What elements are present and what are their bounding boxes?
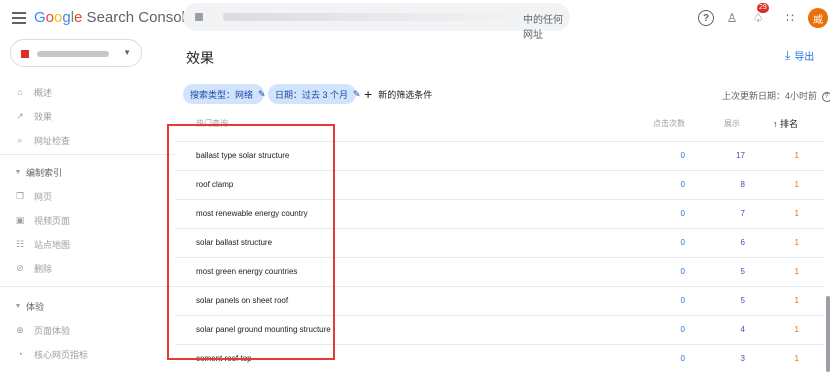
search-console-logo[interactable]: Google Search Console xyxy=(34,9,193,26)
cell-position: 1 xyxy=(794,296,799,305)
chevron-down-icon: ▼ xyxy=(123,48,131,57)
property-favicon xyxy=(21,50,29,58)
sidebar-item-label: 视频页面 xyxy=(34,215,71,226)
column-header-position[interactable]: ↑ 排名 xyxy=(773,117,798,130)
cell-impressions: 5 xyxy=(740,267,745,276)
property-selector[interactable]: ▼ xyxy=(10,39,142,67)
sidebar-item-removals[interactable]: ⊘ 删除 xyxy=(14,260,52,276)
column-header-impressions[interactable]: 展示 xyxy=(724,118,740,129)
cell-position: 1 xyxy=(794,325,799,334)
section-label: 编制索引 xyxy=(26,167,63,178)
trending-icon: ↗ xyxy=(16,110,24,121)
filter-chip-search-type[interactable]: 搜索类型：网络 ✎ xyxy=(183,84,266,104)
cell-position: 1 xyxy=(794,354,799,363)
edit-icon: ✎ xyxy=(258,88,266,99)
menu-icon[interactable] xyxy=(10,9,28,27)
edit-icon: ✎ xyxy=(353,88,361,99)
add-filter-button[interactable]: + 新的筛选条件 xyxy=(364,84,432,104)
chip-label: 日期：过去 3 个月 xyxy=(275,89,349,100)
sidebar-item-core-web-vitals[interactable]: ◔ 核心网页指标 xyxy=(14,346,88,362)
sidebar-item-label: 概述 xyxy=(34,87,53,98)
cell-impressions: 3 xyxy=(740,354,745,363)
url-inspect-search[interactable]: 中的任何网址 xyxy=(183,3,570,41)
search-icon: ⌕ xyxy=(17,134,23,145)
cell-impressions: 8 xyxy=(740,180,745,189)
avatar[interactable]: 威 xyxy=(808,8,828,28)
download-icon: ⤓ xyxy=(785,48,791,62)
page-experience-icon: ⊕ xyxy=(16,324,24,335)
cell-clicks: 0 xyxy=(680,238,685,247)
section-label: 体验 xyxy=(26,301,45,312)
home-icon: ⌂ xyxy=(17,87,23,97)
core-web-vitals-icon: ◔ xyxy=(17,349,23,359)
annotation-highlight-box xyxy=(167,124,335,360)
sidebar-item-url-inspection[interactable]: ⌕ 网址检查 xyxy=(14,132,70,148)
sidebar-item-label: 站点地图 xyxy=(34,239,71,250)
chevron-down-icon: ▼ xyxy=(14,302,22,310)
plus-icon: + xyxy=(364,86,373,102)
sitemap-icon: ☷ xyxy=(15,238,25,249)
property-redacted-name xyxy=(37,51,109,57)
cell-position: 1 xyxy=(794,238,799,247)
sidebar-item-label: 页面体验 xyxy=(34,325,71,336)
sidebar-item-page-experience[interactable]: ⊕ 页面体验 xyxy=(14,322,70,338)
last-update-text: 上次更新日期：4小时前 ? xyxy=(722,89,830,102)
search-redacted-text xyxy=(223,13,523,21)
cell-clicks: 0 xyxy=(680,180,685,189)
people-icon[interactable]: ♙ xyxy=(724,10,740,26)
sidebar-divider xyxy=(0,286,175,287)
cell-clicks: 0 xyxy=(680,151,685,160)
cell-position: 1 xyxy=(794,151,799,160)
sidebar-section-experience[interactable]: ▼ 体验 xyxy=(14,298,44,314)
sidebar-item-label: 网址检查 xyxy=(34,135,71,146)
top-app-bar: Google Search Console 中的任何网址 ? ♙ ♤ 29 ∷ … xyxy=(0,0,830,41)
cell-clicks: 0 xyxy=(680,325,685,334)
sidebar-item-video-pages[interactable]: ▣ 视频页面 xyxy=(14,212,70,228)
sidebar-item-label: 核心网页指标 xyxy=(34,349,89,360)
cell-impressions: 7 xyxy=(740,209,745,218)
search-placeholder: 中的任何网址 xyxy=(523,15,563,41)
cell-clicks: 0 xyxy=(680,209,685,218)
cell-position: 1 xyxy=(794,209,799,218)
chip-label: 搜索类型：网络 xyxy=(190,89,254,100)
removal-icon: ⊘ xyxy=(16,262,24,273)
video-pages-icon: ▣ xyxy=(15,214,25,225)
notification-badge: 29 xyxy=(757,3,769,13)
sidebar-item-label: 网页 xyxy=(34,191,53,202)
filter-chip-date[interactable]: 日期：过去 3 个月 ✎ xyxy=(268,84,361,104)
cell-impressions: 4 xyxy=(740,325,745,334)
sidebar-item-sitemaps[interactable]: ☷ 站点地图 xyxy=(14,236,70,252)
pages-icon: ❐ xyxy=(15,190,25,201)
scrollbar-thumb[interactable] xyxy=(826,296,830,372)
sidebar-item-performance[interactable]: ↗ 效果 xyxy=(14,108,52,124)
cell-impressions: 5 xyxy=(740,296,745,305)
cell-position: 1 xyxy=(794,180,799,189)
help-icon[interactable]: ? xyxy=(698,10,714,26)
sidebar-item-label: 删除 xyxy=(34,263,53,274)
cell-position: 1 xyxy=(794,267,799,276)
chevron-down-icon: ▼ xyxy=(14,168,22,176)
help-icon[interactable]: ? xyxy=(821,91,830,102)
export-button[interactable]: ⤓ 导出 xyxy=(785,48,814,63)
cell-clicks: 0 xyxy=(680,267,685,276)
export-label: 导出 xyxy=(794,52,815,63)
sidebar-item-pages[interactable]: ❐ 网页 xyxy=(14,188,52,204)
cell-impressions: 6 xyxy=(740,238,745,247)
page-title: 效果 xyxy=(186,50,214,66)
sidebar-item-overview[interactable]: ⌂ 概述 xyxy=(14,84,52,100)
sidebar-divider xyxy=(0,154,175,155)
cell-clicks: 0 xyxy=(680,354,685,363)
cell-clicks: 0 xyxy=(680,296,685,305)
column-header-clicks[interactable]: 点击次数 xyxy=(653,118,685,129)
apps-icon[interactable]: ∷ xyxy=(782,10,798,26)
sidebar: ▼ ⌂ 概述 ↗ 效果 ⌕ 网址检查 ▼ 编制索引 ❐ 网页 ▣ 视频页面 ☷ … xyxy=(0,36,175,372)
sidebar-section-indexing[interactable]: ▼ 编制索引 xyxy=(14,164,62,180)
cell-impressions: 17 xyxy=(736,151,745,160)
search-prefix-icon xyxy=(195,13,203,21)
add-filter-label: 新的筛选条件 xyxy=(378,89,433,100)
sidebar-item-label: 效果 xyxy=(34,111,53,122)
